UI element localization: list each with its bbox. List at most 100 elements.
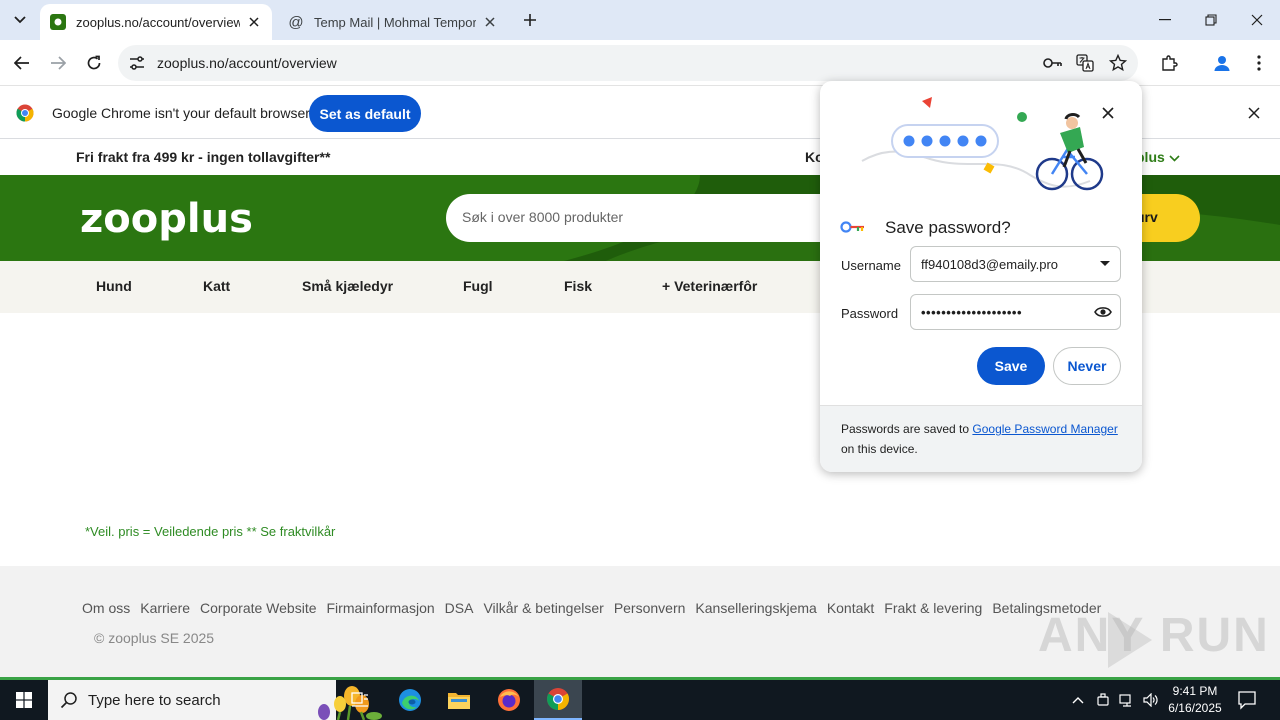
- username-select[interactable]: ff940108d3@emaily.pro: [910, 246, 1121, 282]
- device-tray-icon[interactable]: [1093, 690, 1113, 710]
- category-sma-kjaeledyr[interactable]: Små kjæledyr: [302, 278, 393, 294]
- tab-strip: zooplus.no/account/overview @ Temp Mail …: [0, 0, 1280, 40]
- save-password-dialog: Save password? Username ff940108d3@email…: [820, 81, 1142, 472]
- dialog-footer-text: Passwords are saved to Google Password M…: [841, 419, 1131, 459]
- chrome-menu-button[interactable]: [1245, 49, 1273, 77]
- show-hidden-icons-button[interactable]: [1068, 690, 1088, 710]
- network-icon: [1119, 694, 1131, 707]
- restore-button[interactable]: [1188, 0, 1234, 40]
- dialog-footer: Passwords are saved to Google Password M…: [820, 405, 1142, 472]
- price-footnote[interactable]: *Veil. pris = Veiledende pris ** Se frak…: [85, 524, 335, 539]
- footer-link[interactable]: Kontakt: [827, 600, 874, 616]
- bookmark-star-icon[interactable]: [1108, 53, 1128, 73]
- category-fisk[interactable]: Fisk: [564, 278, 592, 294]
- footer-link[interactable]: DSA: [445, 600, 474, 616]
- close-window-button[interactable]: [1234, 0, 1280, 40]
- clock-time: 9:41 PM: [1172, 684, 1218, 698]
- show-password-eye-icon[interactable]: [1094, 305, 1112, 319]
- task-view-button[interactable]: [336, 680, 384, 720]
- avatar-icon: [1214, 56, 1230, 71]
- reload-icon: [87, 55, 101, 70]
- free-shipping-text: Fri frakt fra 499 kr - ingen tollavgifte…: [76, 149, 331, 165]
- windows-taskbar: Type here to search 9:41 PM 6/16/2025: [0, 680, 1280, 720]
- firefox-taskbar-button[interactable]: [485, 680, 533, 720]
- chevron-down-icon: [1169, 155, 1180, 162]
- footer-link[interactable]: Vilkår & betingelser: [483, 600, 603, 616]
- close-tab-icon[interactable]: [482, 14, 498, 30]
- reload-button[interactable]: [80, 49, 108, 77]
- clock-date: 6/16/2025: [1168, 701, 1222, 715]
- translate-icon[interactable]: [1075, 53, 1095, 73]
- tab-search-button[interactable]: [8, 8, 32, 32]
- tab-title: Temp Mail | Mohmal Temporary: [314, 14, 476, 30]
- taskbar-search-placeholder: Type here to search: [88, 692, 221, 709]
- url-text: zooplus.no/account/overview: [157, 55, 337, 71]
- footer-link[interactable]: Kanselleringskjema: [695, 600, 816, 616]
- windows-logo-icon: [16, 692, 32, 708]
- category-katt[interactable]: Katt: [203, 278, 230, 294]
- plus-icon: [524, 14, 536, 26]
- save-password-button[interactable]: Save: [977, 347, 1045, 385]
- minimize-icon: [1159, 19, 1171, 21]
- search-placeholder: Søk i over 8000 produkter: [462, 209, 624, 225]
- dialog-close-icon[interactable]: [1098, 103, 1118, 123]
- site-info-icon[interactable]: [126, 52, 148, 74]
- password-illustration: [861, 97, 1104, 191]
- profile-button[interactable]: [1208, 49, 1236, 77]
- category-veterinaerfor[interactable]: + Veterinærfôr: [662, 278, 757, 294]
- chevron-down-icon: [14, 16, 26, 24]
- notification-center-icon[interactable]: [1236, 689, 1258, 711]
- infobar-close-icon[interactable]: [1244, 103, 1264, 123]
- chrome-icon: [547, 688, 569, 710]
- google-password-manager-link[interactable]: Google Password Manager: [972, 422, 1117, 436]
- footer-link[interactable]: Firmainformasjon: [327, 600, 435, 616]
- new-tab-button[interactable]: [518, 8, 542, 32]
- file-explorer-taskbar-button[interactable]: [435, 680, 483, 720]
- edge-icon: [399, 689, 421, 711]
- firefox-icon: [498, 689, 520, 711]
- dropdown-arrow-icon: [1100, 261, 1110, 266]
- chevron-up-icon: [1072, 697, 1084, 704]
- product-search-input[interactable]: Søk i over 8000 produkter: [446, 194, 866, 242]
- tab-zooplus[interactable]: zooplus.no/account/overview: [40, 4, 272, 40]
- zooplus-plus-link[interactable]: plus: [1136, 149, 1180, 165]
- volume-tray-icon[interactable]: [1141, 690, 1161, 710]
- infobar-message: Google Chrome isn't your default browser: [52, 105, 310, 121]
- password-label: Password: [841, 306, 899, 321]
- arrow-right-icon: [51, 56, 66, 70]
- password-field[interactable]: ••••••••••••••••••••: [910, 294, 1121, 330]
- forward-button[interactable]: [44, 49, 72, 77]
- address-bar[interactable]: zooplus.no/account/overview: [118, 45, 1138, 81]
- footer-link[interactable]: Karriere: [140, 600, 190, 616]
- password-key-icon[interactable]: [1043, 53, 1063, 73]
- back-button[interactable]: [8, 49, 36, 77]
- close-tab-icon[interactable]: [246, 14, 262, 30]
- speaker-icon: [1143, 693, 1158, 707]
- folder-icon: [448, 693, 470, 709]
- footer-link[interactable]: Frakt & levering: [884, 600, 982, 616]
- network-tray-icon[interactable]: [1117, 690, 1137, 710]
- dialog-title: Save password?: [885, 218, 1011, 237]
- zooplus-logo[interactable]: zooplus: [80, 196, 253, 242]
- browser-toolbar: zooplus.no/account/overview: [0, 40, 1280, 86]
- footer-link[interactable]: Personvern: [614, 600, 686, 616]
- chrome-taskbar-button[interactable]: [534, 680, 582, 720]
- extensions-button[interactable]: [1155, 49, 1183, 77]
- zooplus-favicon-icon: [50, 14, 66, 30]
- never-save-button[interactable]: Never: [1053, 347, 1121, 385]
- task-view-icon: [351, 692, 368, 707]
- start-button[interactable]: [0, 680, 48, 720]
- puzzle-icon: [1162, 55, 1178, 71]
- set-as-default-button[interactable]: Set as default: [309, 95, 421, 132]
- footer-link[interactable]: Corporate Website: [200, 600, 316, 616]
- minimize-button[interactable]: [1142, 0, 1188, 40]
- taskbar-search-box[interactable]: Type here to search: [48, 680, 382, 720]
- username-label: Username: [841, 258, 901, 273]
- at-sign-icon: @: [288, 13, 304, 31]
- tab-temp-mail[interactable]: @ Temp Mail | Mohmal Temporary: [278, 4, 508, 40]
- category-hund[interactable]: Hund: [96, 278, 132, 294]
- taskbar-clock[interactable]: 9:41 PM 6/16/2025: [1162, 683, 1228, 717]
- category-fugl[interactable]: Fugl: [463, 278, 493, 294]
- edge-taskbar-button[interactable]: [386, 680, 434, 720]
- footer-link[interactable]: Om oss: [82, 600, 130, 616]
